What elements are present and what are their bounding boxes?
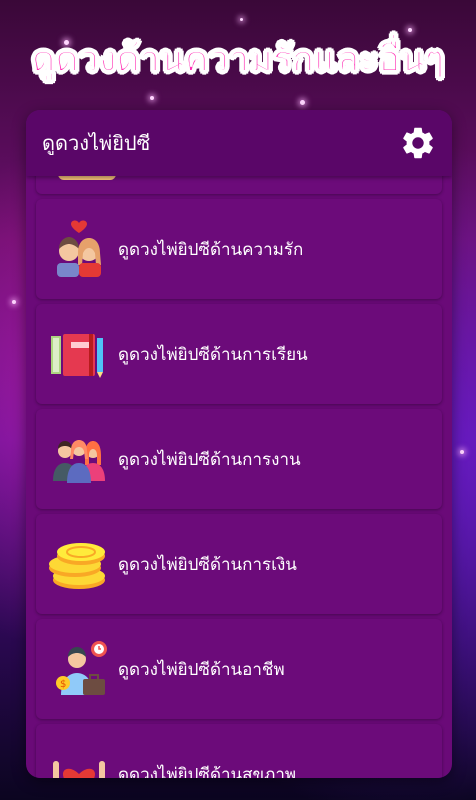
category-list[interactable]: ดูดวงไพ่ยิปซีด้านความรัก ดูดวงไพ่ยิปซีด้… (26, 176, 452, 778)
list-item-label: ดูดวงไพ่ยิปซีด้านการเรียน (118, 344, 308, 365)
hands-heart-icon (48, 743, 110, 778)
gold-coins-icon (48, 533, 110, 595)
banner-title: ดูดวงด้านความรักและอื่นๆ (31, 39, 445, 81)
background-sparkle (240, 18, 243, 21)
list-item-love[interactable]: ดูดวงไพ่ยิปซีด้านความรัก (36, 199, 442, 299)
list-item-health[interactable]: ดูดวงไพ่ยิปซีด้านสุขภาพ (36, 724, 442, 778)
list-item-label: ดูดวงไพ่ยิปซีด้านสุขภาพ (118, 764, 297, 779)
app-panel: ดูดวงไพ่ยิปซี ดูดวงไพ่ยิปซีด้านความรัก ด… (26, 110, 452, 778)
app-bar: ดูดวงไพ่ยิปซี (26, 110, 452, 176)
notebook-pencil-icon (48, 323, 110, 385)
list-item-label: ดูดวงไพ่ยิปซีด้านการเงิน (118, 554, 297, 575)
partial-item-icon (58, 176, 116, 180)
svg-text:$: $ (60, 679, 66, 690)
gear-icon (403, 127, 433, 159)
worker-briefcase-icon: $ (48, 638, 110, 700)
settings-button[interactable] (398, 123, 438, 163)
list-item-label: ดูดวงไพ่ยิปซีด้านความรัก (118, 239, 304, 260)
list-item[interactable] (36, 176, 442, 194)
list-item-money[interactable]: ดูดวงไพ่ยิปซีด้านการเงิน (36, 514, 442, 614)
list-item-study[interactable]: ดูดวงไพ่ยิปซีด้านการเรียน (36, 304, 442, 404)
app-bar-title: ดูดวงไพ่ยิปซี (42, 131, 151, 155)
background-sparkle (150, 96, 154, 100)
background-sparkle (300, 100, 305, 105)
background-sparkle (460, 450, 464, 454)
list-item-work[interactable]: ดูดวงไพ่ยิปซีด้านการงาน (36, 409, 442, 509)
background-sparkle (12, 300, 16, 304)
team-people-icon (48, 428, 110, 490)
list-item-label: ดูดวงไพ่ยิปซีด้านการงาน (118, 449, 301, 470)
list-item-career[interactable]: $ ดูดวงไพ่ยิปซีด้านอาชีพ (36, 619, 442, 719)
list-item-label: ดูดวงไพ่ยิปซีด้านอาชีพ (118, 659, 285, 680)
couple-heart-icon (48, 218, 110, 280)
